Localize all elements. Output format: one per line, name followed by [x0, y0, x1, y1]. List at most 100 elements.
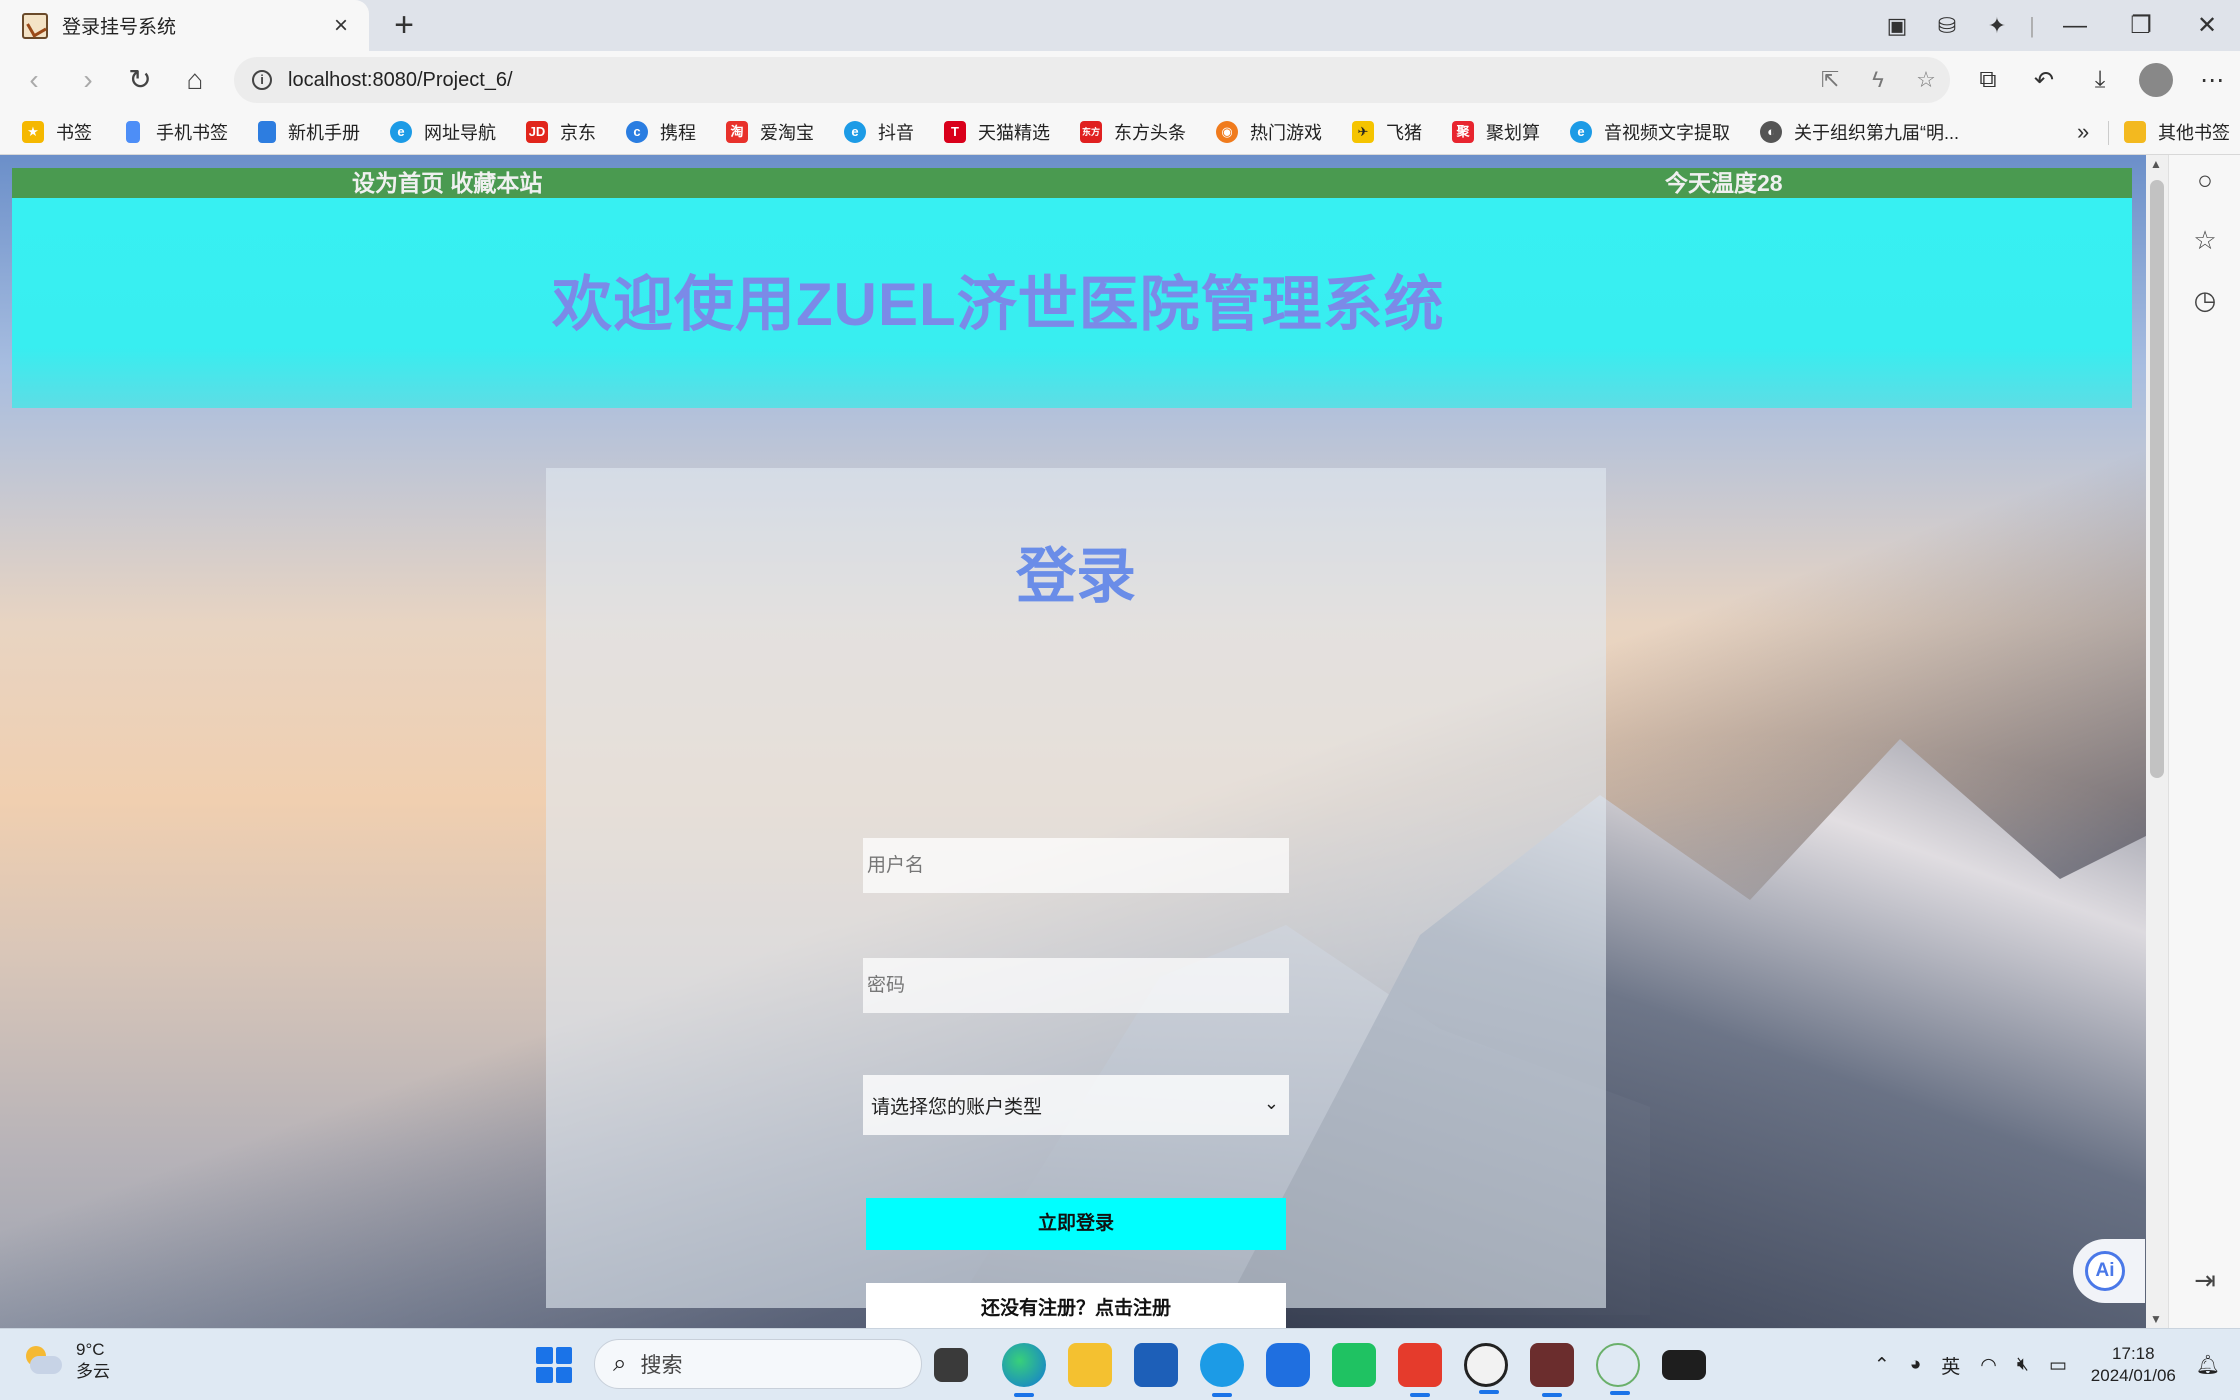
url-bar[interactable]: i localhost:8080/Project_6/ ⇱ ϟ ☆: [234, 57, 1950, 103]
login-heading: 登录: [1016, 543, 1136, 610]
history-clock-icon[interactable]: ◷: [2189, 285, 2221, 316]
weather-widget[interactable]: 9°C 多云: [24, 1339, 110, 1383]
partly-cloudy-icon: [24, 1344, 64, 1378]
volume-muted-icon[interactable]: 🔇︎: [2017, 1354, 2029, 1376]
bookmark-item[interactable]: ✈ 飞猪: [1352, 119, 1422, 145]
battery-icon[interactable]: ▭: [2049, 1354, 2067, 1377]
register-button[interactable]: 还没有注册？点击注册: [866, 1283, 1286, 1328]
windows-start-icon[interactable]: [536, 1347, 572, 1383]
scroll-up-icon[interactable]: ▲: [2150, 157, 2162, 171]
login-panel: 登录 请选择您的账户类型 ⌄ 立即登录 还没有注册？点击注册: [546, 468, 1606, 1328]
separator: |: [2029, 12, 2035, 38]
taskbar-search[interactable]: ⌕ 搜索: [594, 1339, 922, 1389]
terminal-icon[interactable]: [1662, 1350, 1706, 1380]
bookmark-item[interactable]: T 天猫精选: [944, 119, 1050, 145]
bookmark-item[interactable]: 淘爱淘宝: [726, 119, 814, 145]
bookmark-item[interactable]: 东方 东方头条: [1080, 119, 1186, 145]
wechat-app-icon[interactable]: [1332, 1343, 1376, 1387]
search-icon: ⌕: [613, 1350, 627, 1377]
temperature-text: 今天温度28: [1665, 170, 1783, 196]
bookmark-item[interactable]: e 网址导航: [390, 119, 496, 145]
windows-taskbar: 9°C 多云 ⌕ 搜索 ⌃ ◕ 英 ◠ 🔇︎ ▭ 17:18 2024/01/0…: [0, 1328, 2240, 1400]
microsoft-store-icon[interactable]: [1134, 1343, 1178, 1387]
file-explorer-icon[interactable]: [1068, 1343, 1112, 1387]
page-viewport: 设为首页 收藏本站 今天温度28 欢迎使用ZUEL济世医院管理系统 登录 请选择…: [0, 155, 2146, 1328]
lenovo-app-icon[interactable]: [1266, 1343, 1310, 1387]
bookmark-item[interactable]: 新机手册: [258, 119, 360, 145]
profile-avatar[interactable]: [2139, 63, 2173, 97]
bookmark-item[interactable]: ◐ 关于组织第九届“明...: [1760, 119, 1959, 145]
browser-tab-active[interactable]: 登录挂号系统 ×: [0, 0, 369, 51]
wps-office-icon[interactable]: [1398, 1343, 1442, 1397]
url-text[interactable]: localhost:8080/Project_6/: [288, 69, 1806, 92]
bookmark-item[interactable]: ★ 书签: [22, 119, 92, 145]
system-tray: ⌃ ◕ 英 ◠ 🔇︎ ▭ 17:18 2024/01/06 🔔︎: [1854, 1337, 2220, 1393]
bookmark-item[interactable]: 手机书签: [122, 119, 228, 145]
more-menu-icon[interactable]: ⋯: [2184, 66, 2240, 95]
bookmark-item[interactable]: c 携程: [626, 119, 696, 145]
bookmarks-overflow-icon[interactable]: »: [2077, 119, 2089, 145]
edge-browser-icon[interactable]: [1002, 1343, 1046, 1397]
home-favorite-links[interactable]: 设为首页 收藏本站: [352, 168, 542, 198]
extensions-icon[interactable]: ⧉: [1960, 66, 2016, 94]
home-icon[interactable]: ⌂: [175, 61, 215, 99]
new-tab-button[interactable]: +: [384, 6, 424, 44]
undo-dropdown-icon[interactable]: ↶: [2016, 66, 2072, 95]
bookmark-item[interactable]: 聚聚划算: [1452, 119, 1540, 145]
game-app-icon[interactable]: [1530, 1343, 1574, 1397]
collapse-sidebar-icon[interactable]: ⇥: [2189, 1265, 2221, 1296]
site-info-icon[interactable]: i: [252, 70, 272, 90]
login-button[interactable]: 立即登录: [866, 1198, 1286, 1250]
input-method-indicator[interactable]: 英: [1941, 1352, 1960, 1379]
task-view-icon[interactable]: [934, 1348, 968, 1382]
show-hidden-icons-icon[interactable]: ⌃: [1874, 1354, 1890, 1377]
username-input[interactable]: [863, 838, 1289, 893]
favorite-star-icon[interactable]: ☆: [1902, 67, 1950, 93]
other-bookmarks-folder[interactable]: 其他书签: [2124, 109, 2230, 155]
ctrip-icon: c: [626, 120, 648, 143]
book-icon: [258, 120, 276, 143]
address-toolbar: ‹ › ↻ ⌂ i localhost:8080/Project_6/ ⇱ ϟ …: [0, 51, 2240, 109]
back-icon[interactable]: ‹: [14, 61, 54, 99]
game-icon: ◉: [1216, 120, 1238, 143]
notification-bell-icon[interactable]: 🔔︎: [2196, 1353, 2220, 1377]
close-tab-icon[interactable]: ×: [327, 12, 355, 40]
share-icon[interactable]: ⇱: [1806, 67, 1854, 93]
bookmark-item[interactable]: e 音视频文字提取: [1570, 119, 1730, 145]
taobao-icon: 淘: [726, 120, 748, 143]
search-icon[interactable]: ○: [2189, 165, 2221, 196]
wifi-icon[interactable]: ◠: [1980, 1354, 1997, 1377]
forward-icon[interactable]: ›: [68, 61, 108, 99]
minimize-icon[interactable]: —: [2042, 12, 2108, 40]
bookmarks-bar: ★ 书签 手机书签 新机手册 e 网址导航 JD 京东 c 携程 淘爱淘宝 e 抖音 T天…: [0, 109, 2240, 155]
restore-icon[interactable]: ❐: [2108, 11, 2174, 40]
favorites-star-icon[interactable]: ☆: [2189, 225, 2221, 256]
browser-app-icon[interactable]: [1200, 1343, 1244, 1397]
tmall-icon: T: [944, 120, 966, 143]
account-type-select[interactable]: 请选择您的账户类型 ⌄: [863, 1075, 1289, 1135]
top-strip: 设为首页 收藏本站 今天温度28: [12, 168, 2132, 198]
edge-icon: e: [844, 120, 866, 143]
reload-icon[interactable]: ↻: [120, 61, 160, 99]
page-scrollbar[interactable]: ▲ ▼: [2146, 155, 2168, 1328]
clock-date: 2024/01/06: [2090, 1366, 2176, 1385]
download-icon[interactable]: ⤓: [2072, 66, 2128, 94]
bookmark-item[interactable]: JD 京东: [526, 119, 596, 145]
globe-icon: ◐: [1760, 120, 1782, 143]
lightning-icon[interactable]: ϟ: [1854, 67, 1902, 93]
bookmark-item[interactable]: ◉ 热门游戏: [1216, 119, 1322, 145]
tab-actions-icon[interactable]: ▣: [1872, 13, 1922, 39]
clock[interactable]: 17:18 2024/01/06: [2091, 1343, 2176, 1387]
password-input[interactable]: [863, 958, 1289, 1013]
ai-assistant-button[interactable]: Ai: [2073, 1239, 2145, 1303]
helper-app-icon[interactable]: [1596, 1343, 1640, 1395]
qq-icon[interactable]: ◕: [1910, 1354, 1921, 1376]
scroll-down-icon[interactable]: ▼: [2150, 1312, 2162, 1326]
close-window-icon[interactable]: ✕: [2174, 11, 2240, 40]
extensions-puzzle-icon[interactable]: ✦: [1972, 13, 2022, 39]
panda-app-icon[interactable]: [1464, 1343, 1508, 1394]
incognito-icon[interactable]: ⛁: [1922, 13, 1972, 39]
star-icon: ★: [22, 120, 44, 143]
scrollbar-thumb[interactable]: [2150, 180, 2164, 778]
bookmark-item[interactable]: e 抖音: [844, 119, 914, 145]
